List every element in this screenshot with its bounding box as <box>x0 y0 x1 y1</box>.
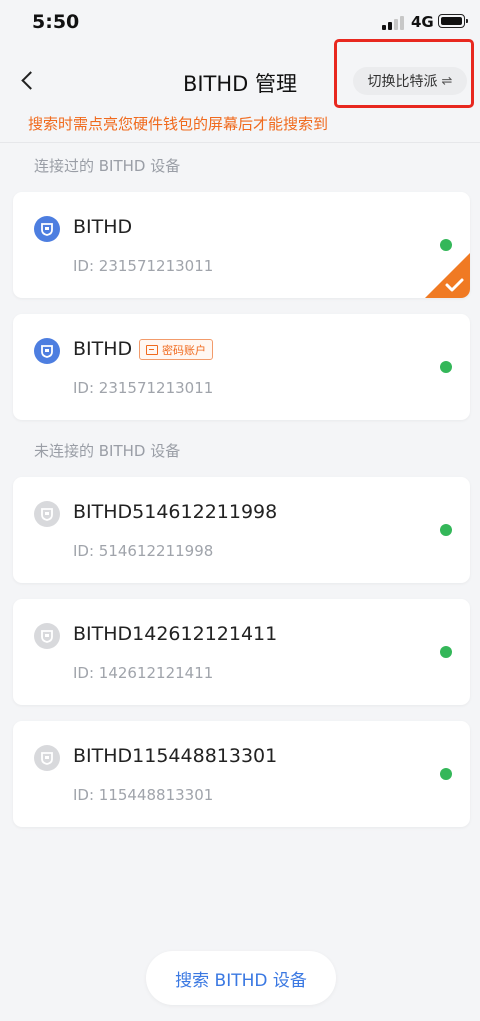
status-bar: 5:50 4G <box>0 0 480 46</box>
search-hint: 搜索时需点亮您硬件钱包的屏幕后才能搜索到 <box>28 115 329 133</box>
selected-check-icon <box>425 253 470 298</box>
bithd-shield-icon <box>34 216 60 242</box>
online-status-dot <box>440 768 452 780</box>
device-card[interactable]: BITHD ID: 231571213011 <box>13 192 470 298</box>
device-id: ID: 231571213011 <box>73 379 214 397</box>
online-status-dot <box>440 646 452 658</box>
unconnected-section-title: 未连接的 BITHD 设备 <box>34 442 181 460</box>
signal-icon <box>382 15 406 30</box>
device-id: ID: 115448813301 <box>73 786 214 804</box>
device-name: BITHD514612211998 <box>73 501 278 523</box>
device-card[interactable]: BITHD115448813301 ID: 115448813301 <box>13 721 470 827</box>
device-card[interactable]: BITHD 密码账户 ID: 231571213011 <box>13 314 470 420</box>
device-name: BITHD <box>73 338 133 360</box>
password-account-badge: 密码账户 <box>139 339 213 360</box>
bithd-shield-icon <box>34 501 60 527</box>
image-icon <box>146 344 158 355</box>
device-name: BITHD142612121411 <box>73 623 278 645</box>
battery-icon <box>438 14 468 28</box>
bithd-shield-icon <box>34 745 60 771</box>
switch-wallet-label: 切换比特派 <box>367 74 438 90</box>
online-status-dot <box>440 524 452 536</box>
device-card[interactable]: BITHD514612211998 ID: 514612211998 <box>13 477 470 583</box>
bithd-shield-icon <box>34 338 60 364</box>
device-name: BITHD <box>73 216 133 238</box>
device-card[interactable]: BITHD142612121411 ID: 142612121411 <box>13 599 470 705</box>
connected-section-title: 连接过的 BITHD 设备 <box>34 157 181 175</box>
device-id: ID: 514612211998 <box>73 542 214 560</box>
search-device-button[interactable]: 搜索 BITHD 设备 <box>146 951 336 1005</box>
status-time: 5:50 <box>32 11 80 33</box>
network-type: 4G <box>411 13 434 31</box>
device-id: ID: 142612121411 <box>73 664 214 682</box>
online-status-dot <box>440 361 452 373</box>
device-id: ID: 231571213011 <box>73 257 214 275</box>
switch-wallet-button[interactable]: 切换比特派 ⇌ <box>353 67 467 95</box>
online-status-dot <box>440 239 452 251</box>
swap-arrows-icon: ⇌ <box>441 73 453 89</box>
device-name: BITHD115448813301 <box>73 745 278 767</box>
divider <box>0 142 480 143</box>
nav-bar: BITHD 管理 切换比特派 ⇌ <box>0 50 480 110</box>
bithd-shield-icon <box>34 623 60 649</box>
badge-label: 密码账户 <box>162 343 206 357</box>
